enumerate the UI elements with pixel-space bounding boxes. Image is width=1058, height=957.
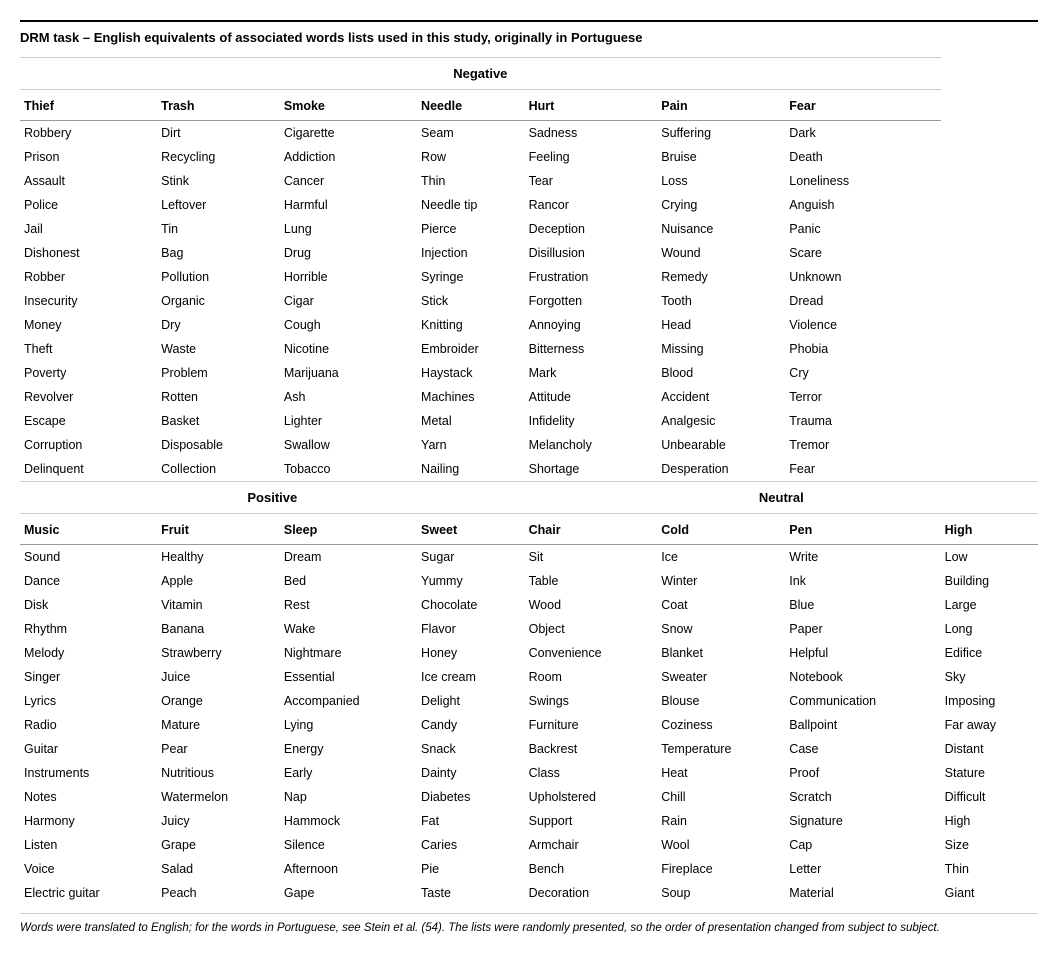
table-row: RhythmBananaWakeFlavorObjectSnowPaperLon… [20,617,1038,641]
table-row: NotesWatermelonNapDiabetesUpholsteredChi… [20,785,1038,809]
neu-col-cold: Cold [657,513,785,544]
page-title: DRM task – English equivalents of associ… [20,20,1038,45]
table-row: MelodyStrawberryNightmareHoneyConvenienc… [20,641,1038,665]
table-row: RevolverRottenAshMachinesAttitudeAcciden… [20,385,1038,409]
table-row: CorruptionDisposableSwallowYarnMelanchol… [20,433,1038,457]
table-row: LyricsOrangeAccompaniedDelightSwingsBlou… [20,689,1038,713]
negative-section-header: Negative [20,58,1038,90]
footnote: Words were translated to English; for th… [20,913,1038,937]
table-row: EscapeBasketLighterMetalInfidelityAnalge… [20,409,1038,433]
table-row: DiskVitaminRestChocolateWoodCoatBlueLarg… [20,593,1038,617]
table-row: AssaultStinkCancerThinTearLossLoneliness [20,169,1038,193]
pos-neu-col-headers: Music Fruit Sleep Sweet Chair Cold Pen H… [20,513,1038,544]
neg-col-fear: Fear [785,89,940,120]
table-row: Electric guitarPeachGapeTasteDecorationS… [20,881,1038,905]
neu-col-high: High [941,513,1038,544]
table-row: InsecurityOrganicCigarStickForgottenToot… [20,289,1038,313]
table-row: RadioMatureLyingCandyFurnitureCozinessBa… [20,713,1038,737]
positive-section-header: Positive [20,481,525,513]
table-row: MoneyDryCoughKnittingAnnoyingHeadViolenc… [20,313,1038,337]
neu-col-pen: Pen [785,513,940,544]
table-row: DishonestBagDrugInjectionDisillusionWoun… [20,241,1038,265]
pos-neu-header-row: Positive Neutral [20,481,1038,513]
table-row: GuitarPearEnergySnackBackrestTemperature… [20,737,1038,761]
negative-col-headers: Thief Trash Smoke Needle Hurt Pain Fear [20,89,1038,120]
table-row: RobberyDirtCigaretteSeamSadnessSuffering… [20,120,1038,145]
neu-col-chair: Chair [525,513,658,544]
table-row: TheftWasteNicotineEmbroiderBitternessMis… [20,337,1038,361]
table-row: JailTinLungPierceDeceptionNuisancePanic [20,217,1038,241]
table-row: ListenGrapeSilenceCariesArmchairWoolCapS… [20,833,1038,857]
table-row: InstrumentsNutritiousEarlyDaintyClassHea… [20,761,1038,785]
neg-col-needle: Needle [417,89,525,120]
table-row: PoliceLeftoverHarmfulNeedle tipRancorCry… [20,193,1038,217]
table-row: SingerJuiceEssentialIce creamRoomSweater… [20,665,1038,689]
neg-col-pain: Pain [657,89,785,120]
table-row: PrisonRecyclingAddictionRowFeelingBruise… [20,145,1038,169]
table-row: PovertyProblemMarijuanaHaystackMarkBlood… [20,361,1038,385]
neg-col-smoke: Smoke [280,89,417,120]
table-row: DanceAppleBedYummyTableWinterInkBuilding [20,569,1038,593]
pos-col-sleep: Sleep [280,513,417,544]
table-row: SoundHealthyDreamSugarSitIceWriteLow [20,544,1038,569]
pos-col-sweet: Sweet [417,513,525,544]
neg-col-trash: Trash [157,89,280,120]
neg-col-thief: Thief [20,89,157,120]
pos-col-music: Music [20,513,157,544]
neg-col-hurt: Hurt [525,89,658,120]
table-row: RobberPollutionHorribleSyringeFrustratio… [20,265,1038,289]
table-row: DelinquentCollectionTobaccoNailingShorta… [20,457,1038,482]
neutral-section-header: Neutral [525,481,1038,513]
pos-col-fruit: Fruit [157,513,280,544]
table-row: VoiceSaladAfternoonPieBenchFireplaceLett… [20,857,1038,881]
